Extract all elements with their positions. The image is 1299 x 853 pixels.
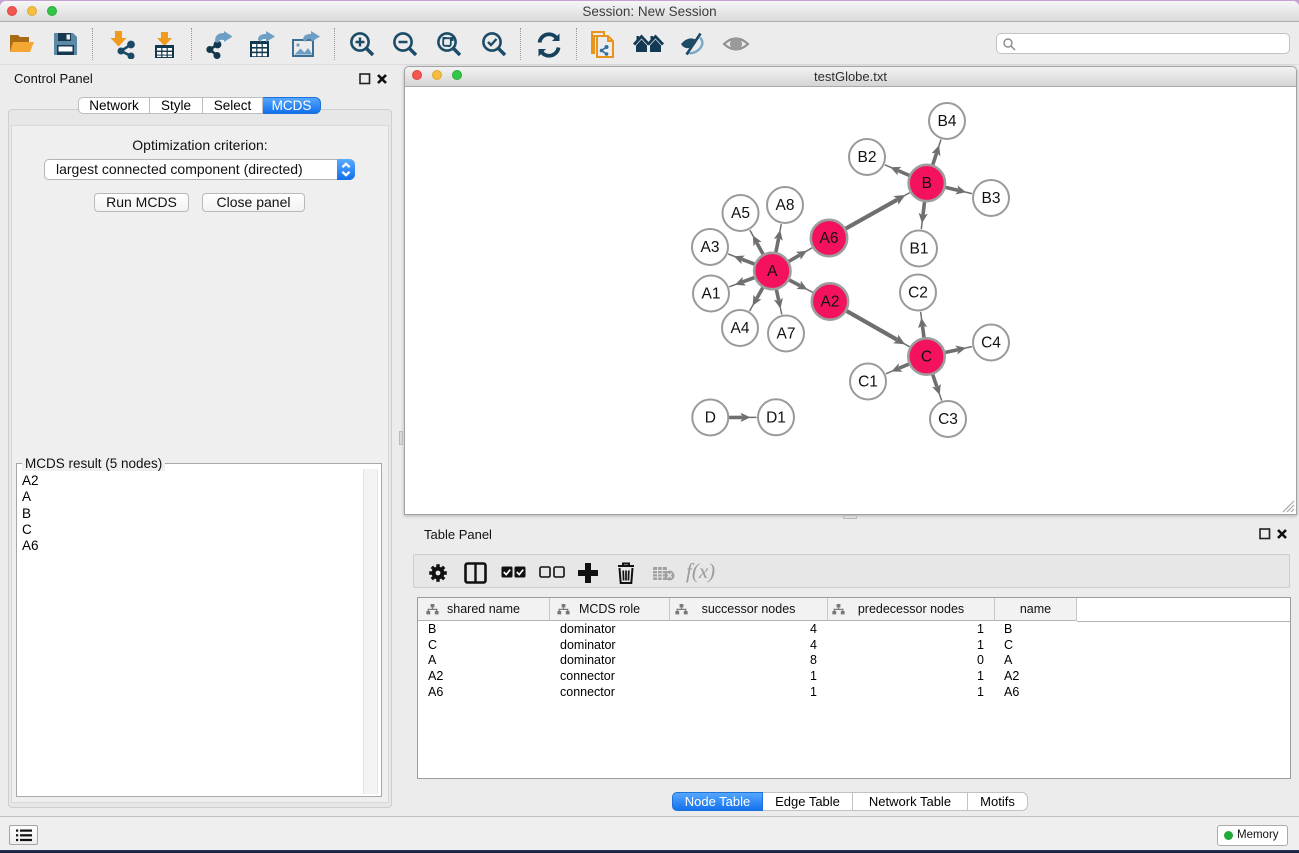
- svg-text:A4: A4: [731, 320, 750, 337]
- svg-text:A7: A7: [777, 326, 796, 343]
- svg-text:A: A: [767, 263, 778, 280]
- svg-text:A8: A8: [776, 197, 795, 214]
- svg-text:B1: B1: [910, 241, 929, 258]
- svg-text:A5: A5: [731, 205, 750, 222]
- svg-text:A3: A3: [701, 239, 720, 256]
- svg-text:B2: B2: [858, 149, 877, 166]
- svg-text:B3: B3: [982, 190, 1001, 207]
- svg-text:A1: A1: [702, 286, 721, 303]
- svg-text:A6: A6: [820, 230, 839, 247]
- svg-text:B: B: [922, 175, 932, 192]
- svg-text:C4: C4: [981, 335, 1001, 352]
- svg-text:C3: C3: [938, 411, 958, 428]
- svg-text:C2: C2: [908, 285, 928, 302]
- svg-text:C: C: [921, 349, 932, 366]
- svg-text:A2: A2: [821, 294, 840, 311]
- svg-text:D: D: [705, 410, 716, 427]
- svg-text:C1: C1: [858, 374, 878, 391]
- svg-text:B4: B4: [938, 113, 957, 130]
- svg-text:D1: D1: [766, 410, 786, 427]
